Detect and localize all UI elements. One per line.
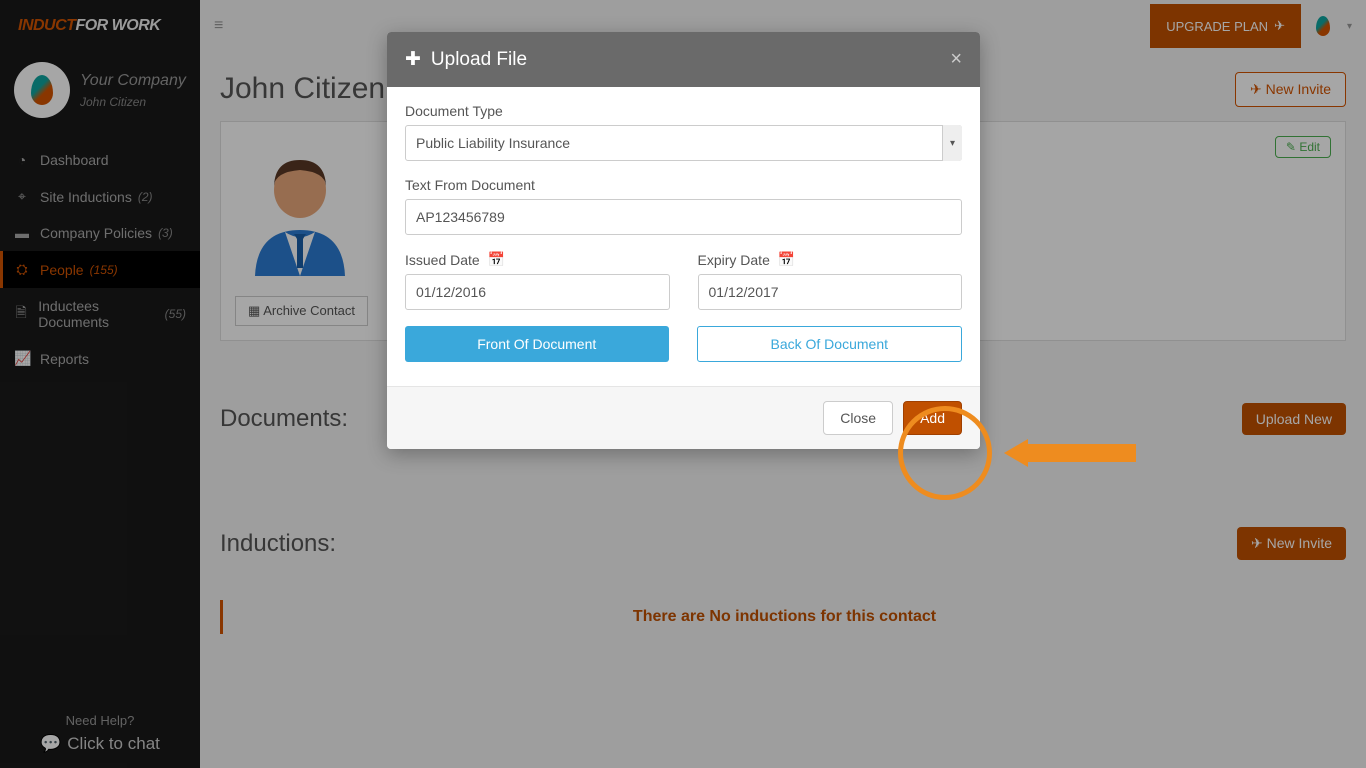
calendar-icon: 📅 — [488, 251, 505, 268]
text-from-document-input[interactable] — [405, 199, 962, 235]
close-button[interactable]: Close — [823, 401, 893, 435]
expiry-date-input[interactable] — [698, 274, 963, 310]
document-type-label: Document Type — [405, 103, 962, 119]
expiry-date-text: Expiry Date — [698, 252, 770, 268]
plus-icon: ✚ — [405, 48, 421, 71]
chevron-down-icon: ▾ — [942, 125, 962, 161]
front-of-document-button[interactable]: Front Of Document — [405, 326, 669, 362]
upload-file-modal: ✚ Upload File × Document Type Public Lia… — [387, 32, 980, 449]
issued-date-label: Issued Date 📅 — [405, 251, 670, 268]
document-type-select[interactable]: Public Liability Insurance — [405, 125, 962, 161]
modal-title: Upload File — [431, 49, 527, 71]
expiry-date-label: Expiry Date 📅 — [698, 251, 963, 268]
back-of-document-button[interactable]: Back Of Document — [697, 326, 963, 362]
issued-date-text: Issued Date — [405, 252, 480, 268]
text-from-document-label: Text From Document — [405, 177, 962, 193]
close-icon[interactable]: × — [950, 48, 962, 71]
calendar-icon: 📅 — [778, 251, 795, 268]
add-button[interactable]: Add — [903, 401, 962, 435]
issued-date-input[interactable] — [405, 274, 670, 310]
